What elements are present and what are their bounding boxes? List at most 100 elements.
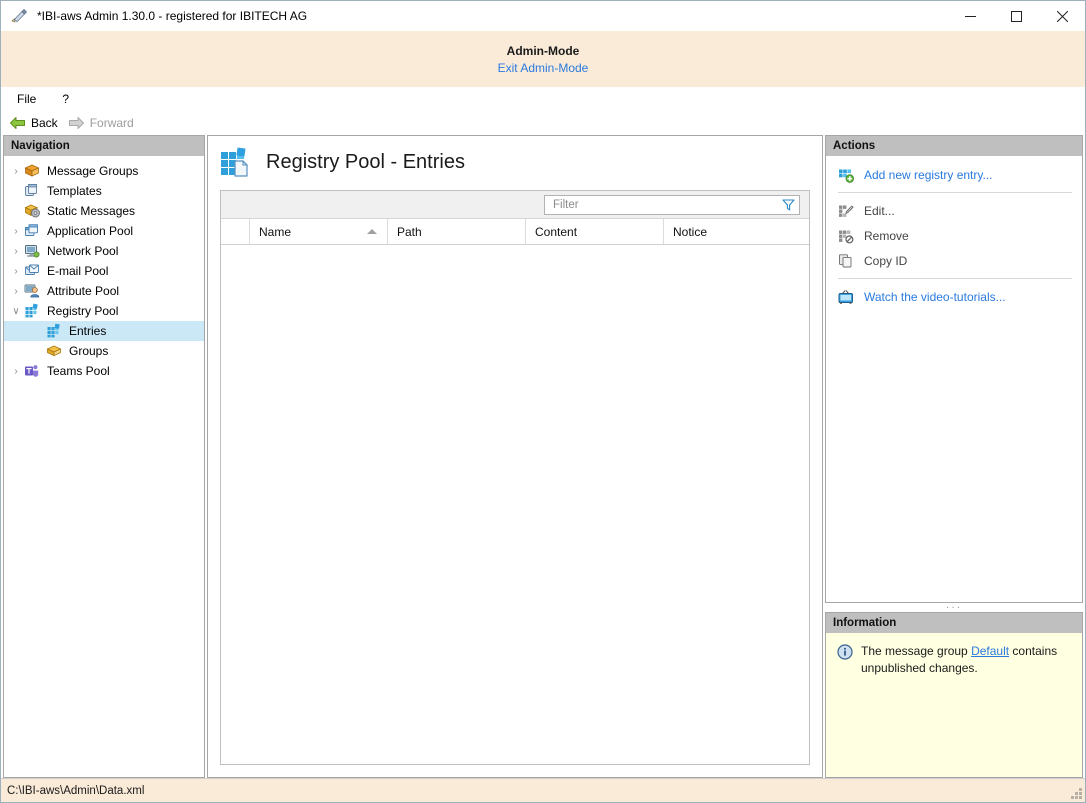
- navigation-header: Navigation: [4, 136, 204, 156]
- chevron-down-icon[interactable]: ∨: [8, 302, 24, 320]
- sidebar-item-teams-pool[interactable]: › Teams Pool: [4, 361, 204, 381]
- information-body: The message group Default contains unpub…: [826, 633, 1082, 777]
- sidebar-item-entries[interactable]: Entries: [4, 321, 204, 341]
- action-label: Remove: [864, 228, 909, 243]
- funnel-icon[interactable]: [782, 198, 795, 211]
- teams-pool-icon: [24, 363, 42, 379]
- column-header-select[interactable]: [221, 219, 249, 244]
- column-header-content[interactable]: Content: [525, 219, 663, 244]
- sidebar-item-label: Groups: [69, 344, 109, 358]
- groups-icon: [46, 343, 64, 359]
- info-icon: [837, 644, 853, 660]
- sidebar-item-label: Registry Pool: [47, 304, 119, 318]
- minimize-button[interactable]: [947, 1, 993, 31]
- application-window: *IBI-aws Admin 1.30.0 - registered for I…: [0, 0, 1086, 803]
- menu-bar: File ?: [1, 87, 1085, 111]
- sidebar-item-label: Network Pool: [47, 244, 119, 258]
- column-header-notice[interactable]: Notice: [663, 219, 809, 244]
- maximize-button[interactable]: [993, 1, 1039, 31]
- chevron-right-icon[interactable]: ›: [8, 242, 24, 260]
- action-label: Edit...: [864, 203, 895, 218]
- chevron-right-icon[interactable]: ›: [8, 282, 24, 300]
- column-header-label: Notice: [673, 224, 708, 239]
- back-button[interactable]: Back: [9, 116, 58, 130]
- pane-splitter[interactable]: ···: [825, 602, 1083, 612]
- column-header-name[interactable]: Name: [249, 219, 387, 244]
- add-registry-entry-icon: [838, 167, 855, 183]
- sidebar-item-network-pool[interactable]: › Network Pool: [4, 241, 204, 261]
- exit-admin-mode-link[interactable]: Exit Admin-Mode: [498, 61, 589, 75]
- edit-icon: [838, 203, 855, 219]
- sidebar-item-static-messages[interactable]: Static Messages: [4, 201, 204, 221]
- sidebar-item-label: Static Messages: [47, 204, 136, 218]
- content-pane: Registry Pool - Entries NamePathContentN…: [207, 135, 823, 778]
- back-label: Back: [31, 116, 58, 130]
- filter-box[interactable]: [544, 194, 800, 215]
- action-remove: Remove: [826, 223, 1082, 248]
- admin-mode-title: Admin-Mode: [506, 43, 580, 58]
- resize-grip[interactable]: [1069, 786, 1082, 799]
- chevron-right-icon[interactable]: ›: [8, 262, 24, 280]
- sidebar-item-templates[interactable]: Templates: [4, 181, 204, 201]
- action-separator: [838, 278, 1072, 279]
- forward-label: Forward: [89, 116, 134, 130]
- action-add-new-registry-entry[interactable]: Add new registry entry...: [826, 162, 1082, 187]
- default-message-group-link[interactable]: Default: [971, 644, 1009, 658]
- chevron-right-icon[interactable]: ›: [8, 362, 24, 380]
- status-file-path: C:\IBI-aws\Admin\Data.xml: [7, 784, 145, 797]
- sort-ascending-icon: [367, 229, 377, 234]
- menu-file[interactable]: File: [13, 90, 40, 108]
- sidebar-item-application-pool[interactable]: › Application Pool: [4, 221, 204, 241]
- attribute-pool-icon: [24, 283, 42, 299]
- information-text: The message group Default contains unpub…: [861, 643, 1072, 677]
- grid-header-row: Name Path Content Notice: [221, 219, 809, 245]
- registry-entries-icon: [220, 146, 254, 178]
- application-pool-icon: [24, 223, 42, 239]
- grid-body[interactable]: [221, 245, 809, 764]
- action-watch-the-video-tutorials[interactable]: Watch the video-tutorials...: [826, 284, 1082, 309]
- window-title: *IBI-aws Admin 1.30.0 - registered for I…: [37, 9, 308, 23]
- entries-grid: Name Path Content Notice: [220, 190, 810, 765]
- copy-id-icon: [838, 253, 855, 269]
- action-separator: [838, 192, 1072, 193]
- sidebar-item-label: Message Groups: [47, 164, 139, 178]
- main-body: Navigation › Message Groups Templates Stati…: [1, 135, 1085, 778]
- sidebar-item-attribute-pool[interactable]: › Attribute Pool: [4, 281, 204, 301]
- sidebar-item-label: Application Pool: [47, 224, 134, 238]
- information-text-before: The message group: [861, 644, 972, 658]
- action-label: Copy ID: [864, 253, 908, 268]
- chevron-right-icon[interactable]: ›: [8, 162, 24, 180]
- sidebar-item-label: Entries: [69, 324, 107, 338]
- sidebar-item-label: Templates: [47, 184, 102, 198]
- static-messages-icon: [24, 203, 42, 219]
- column-header-path[interactable]: Path: [387, 219, 525, 244]
- actions-list: Add new registry entry... Edit... Remove Co…: [826, 156, 1082, 602]
- templates-icon: [24, 183, 42, 199]
- sidebar-item-registry-pool[interactable]: ∨ Registry Pool: [4, 301, 204, 321]
- arrow-left-icon: [9, 116, 26, 130]
- chevron-right-icon[interactable]: ›: [8, 222, 24, 240]
- content-header: Registry Pool - Entries: [220, 146, 810, 178]
- sidebar-item-groups[interactable]: Groups: [4, 341, 204, 361]
- navigation-tree[interactable]: › Message Groups Templates Static Messages ›…: [4, 156, 204, 777]
- close-button[interactable]: [1039, 1, 1085, 31]
- filter-input[interactable]: [553, 198, 782, 211]
- right-pane: Actions Add new registry entry... Edit...…: [825, 135, 1083, 778]
- remove-icon: [838, 228, 855, 244]
- sidebar-item-message-groups[interactable]: › Message Groups: [4, 161, 204, 181]
- information-pane: Information The message group Default co…: [825, 612, 1083, 778]
- window-controls: [947, 1, 1085, 31]
- navigation-toolbar: Back Forward: [1, 111, 1085, 135]
- menu-help[interactable]: ?: [58, 90, 73, 108]
- sidebar-item-label: Attribute Pool: [47, 284, 120, 298]
- information-header: Information: [826, 613, 1082, 633]
- sidebar-item-e-mail-pool[interactable]: › E-mail Pool: [4, 261, 204, 281]
- actions-header: Actions: [826, 136, 1082, 156]
- registry-pool-icon: [24, 303, 42, 319]
- title-bar: *IBI-aws Admin 1.30.0 - registered for I…: [1, 1, 1085, 31]
- action-label: Watch the video-tutorials...: [864, 289, 1006, 304]
- navigation-pane: Navigation › Message Groups Templates Stati…: [3, 135, 205, 778]
- actions-pane: Actions Add new registry entry... Edit...…: [825, 135, 1083, 603]
- admin-mode-banner: Admin-Mode Exit Admin-Mode: [1, 31, 1085, 87]
- action-edit: Edit...: [826, 198, 1082, 223]
